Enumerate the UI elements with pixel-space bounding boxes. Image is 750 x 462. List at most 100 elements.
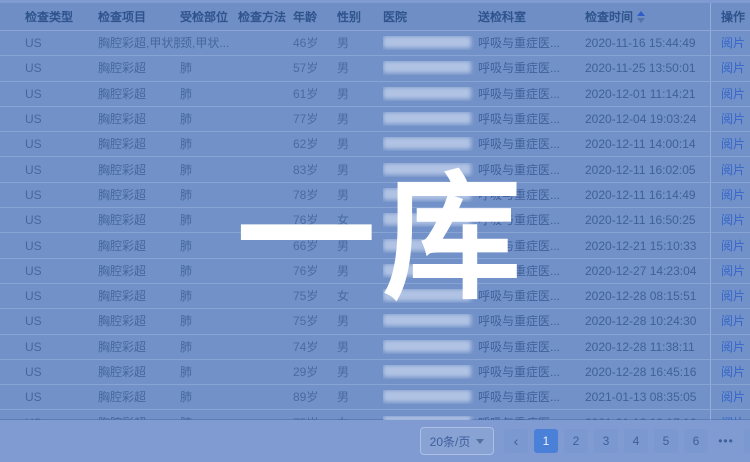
table-row[interactable]: US 胸腔彩超 肺 78岁 男 呼吸与重症医... 2020-12-11 16:… [0, 183, 750, 208]
view-images-link[interactable]: 阅片 [721, 164, 745, 176]
cell-body-part: 肺 [180, 366, 238, 378]
cell-exam-type: US [0, 366, 98, 378]
cell-department: 呼吸与重症医... [478, 315, 585, 327]
view-images-link[interactable]: 阅片 [721, 189, 745, 201]
col-header-gender[interactable]: 性别 [337, 11, 383, 23]
last-page-button[interactable]: 16 [744, 429, 750, 453]
redacted-hospital-name [383, 163, 471, 175]
cell-body-part: 肺 [180, 265, 238, 277]
col-header-department[interactable]: 送检科室 [478, 11, 585, 23]
table-row[interactable]: US 胸腔彩超 肺 77岁 男 呼吸与重症医... 2020-12-04 19:… [0, 107, 750, 132]
cell-age: 77岁 [293, 113, 337, 125]
table-row[interactable]: US 胸腔彩超 肺 74岁 男 呼吸与重症医... 2020-12-28 11:… [0, 335, 750, 360]
cell-hospital [383, 137, 478, 151]
col-header-exam-type[interactable]: 检查类型 [0, 11, 98, 23]
cell-exam-time: 2020-12-28 10:24:30 [585, 315, 710, 327]
redacted-hospital-name [383, 36, 471, 48]
cell-actions: 阅片 [710, 385, 750, 409]
view-images-link[interactable]: 阅片 [721, 366, 745, 378]
table-row[interactable]: US 胸腔彩超 肺 75岁 男 呼吸与重症医... 2020-12-28 10:… [0, 309, 750, 334]
cell-hospital [383, 112, 478, 126]
cell-gender: 男 [337, 88, 383, 100]
redacted-hospital-name [383, 188, 471, 200]
cell-actions: 阅片 [710, 233, 750, 257]
cell-exam-type: US [0, 113, 98, 125]
more-pages-ellipsis-icon[interactable]: ••• [714, 429, 738, 453]
table-row[interactable]: US 胸腔彩超 肺 29岁 男 呼吸与重症医... 2020-12-28 16:… [0, 360, 750, 385]
cell-exam-item: 胸腔彩超 [98, 189, 180, 201]
page-number-button[interactable]: 5 [654, 429, 678, 453]
redacted-hospital-name [383, 137, 471, 149]
cell-exam-type: US [0, 37, 98, 49]
cell-age: 57岁 [293, 62, 337, 74]
cell-age: 74岁 [293, 341, 337, 353]
cell-department: 呼吸与重症医... [478, 265, 585, 277]
cell-actions: 阅片 [710, 284, 750, 308]
cell-gender: 男 [337, 341, 383, 353]
cell-exam-type: US [0, 164, 98, 176]
redacted-hospital-name [383, 365, 471, 377]
view-images-link[interactable]: 阅片 [721, 240, 745, 252]
cell-department: 呼吸与重症医... [478, 391, 585, 403]
table-row[interactable]: US 胸腔彩超 肺 76岁 男 呼吸与重症医... 2020-12-27 14:… [0, 259, 750, 284]
redacted-hospital-name [383, 213, 471, 225]
table-row[interactable]: US 胸腔彩超 肺 66岁 男 呼吸与重症医... 2020-12-21 15:… [0, 233, 750, 258]
col-header-hospital[interactable]: 医院 [383, 11, 478, 23]
redacted-hospital-name [383, 239, 471, 251]
view-images-link[interactable]: 阅片 [721, 265, 745, 277]
cell-department: 呼吸与重症医... [478, 88, 585, 100]
view-images-link[interactable]: 阅片 [721, 290, 745, 302]
sort-ascending-icon[interactable] [637, 11, 645, 23]
table-row[interactable]: US 胸腔彩超 肺 62岁 男 呼吸与重症医... 2020-12-11 14:… [0, 132, 750, 157]
cell-actions: 阅片 [710, 157, 750, 181]
cell-department: 呼吸与重症医... [478, 37, 585, 49]
view-images-link[interactable]: 阅片 [721, 113, 745, 125]
page-size-select[interactable]: 20条/页 [420, 427, 494, 455]
view-images-link[interactable]: 阅片 [721, 214, 745, 226]
cell-exam-time: 2020-12-28 08:15:51 [585, 290, 710, 302]
cell-exam-item: 胸腔彩超 [98, 113, 180, 125]
page-number-button[interactable]: 2 [564, 429, 588, 453]
view-images-link[interactable]: 阅片 [721, 62, 745, 74]
cell-exam-item: 胸腔彩超 [98, 62, 180, 74]
page-number-button[interactable]: 3 [594, 429, 618, 453]
cell-exam-item: 胸腔彩超 [98, 341, 180, 353]
table-row[interactable]: US 胸腔彩超 肺 57岁 男 呼吸与重症医... 2020-11-25 13:… [0, 56, 750, 81]
view-images-link[interactable]: 阅片 [721, 315, 745, 327]
table-row[interactable]: US 胸腔彩超 肺 83岁 男 呼吸与重症医... 2020-12-11 16:… [0, 157, 750, 182]
page-number-button[interactable]: 1 [534, 429, 558, 453]
cell-actions: 阅片 [710, 107, 750, 131]
col-header-age[interactable]: 年龄 [293, 11, 337, 23]
col-header-body-part[interactable]: 受检部位 [180, 11, 238, 23]
cell-exam-type: US [0, 315, 98, 327]
page-number-button[interactable]: 4 [624, 429, 648, 453]
redacted-hospital-name [383, 340, 471, 352]
table-row[interactable]: US 胸腔彩超 肺 89岁 男 呼吸与重症医... 2021-01-13 08:… [0, 385, 750, 410]
cell-actions: 阅片 [710, 335, 750, 359]
cell-exam-item: 胸腔彩超 [98, 88, 180, 100]
cell-exam-type: US [0, 341, 98, 353]
view-images-link[interactable]: 阅片 [721, 138, 745, 150]
view-images-link[interactable]: 阅片 [721, 391, 745, 403]
cell-hospital [383, 365, 478, 379]
view-images-link[interactable]: 阅片 [721, 88, 745, 100]
table-row[interactable]: US 胸腔彩超,甲状腺彩超 颈,甲状... 46岁 男 呼吸与重症医... 20… [0, 31, 750, 56]
cell-body-part: 肺 [180, 240, 238, 252]
view-images-link[interactable]: 阅片 [721, 341, 745, 353]
col-header-exam-item[interactable]: 检查项目 [98, 11, 180, 23]
cell-exam-time: 2020-12-28 11:38:11 [585, 341, 710, 353]
cell-department: 呼吸与重症医... [478, 189, 585, 201]
col-header-exam-time[interactable]: 检查时间 [585, 11, 710, 23]
prev-page-button[interactable]: ‹ [504, 429, 528, 453]
cell-exam-item: 胸腔彩超 [98, 240, 180, 252]
table-row[interactable]: US 胸腔彩超 肺 76岁 女 呼吸与重症医... 2020-12-11 16:… [0, 208, 750, 233]
table-row[interactable]: US 胸腔彩超 肺 75岁 女 呼吸与重症医... 2020-12-28 08:… [0, 284, 750, 309]
cell-hospital [383, 87, 478, 101]
cell-gender: 男 [337, 265, 383, 277]
cell-exam-type: US [0, 88, 98, 100]
col-header-exam-method[interactable]: 检查方法 [238, 11, 293, 23]
table-row[interactable]: US 胸腔彩超 肺 61岁 男 呼吸与重症医... 2020-12-01 11:… [0, 82, 750, 107]
view-images-link[interactable]: 阅片 [721, 37, 745, 49]
cell-body-part: 肺 [180, 189, 238, 201]
page-number-button[interactable]: 6 [684, 429, 708, 453]
